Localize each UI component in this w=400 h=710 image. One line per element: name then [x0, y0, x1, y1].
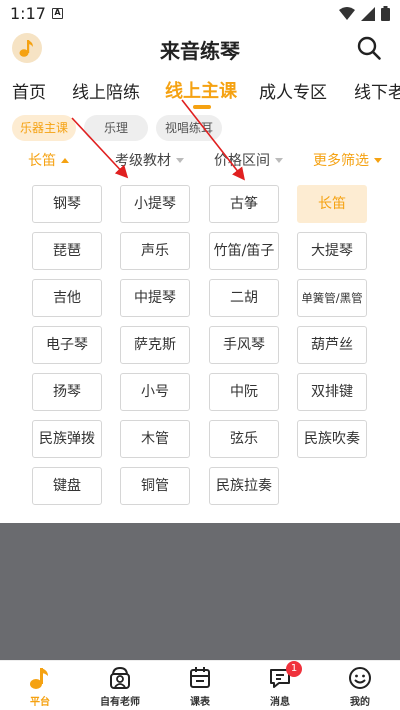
tab-adult-zone[interactable]: 成人专区 [259, 78, 327, 103]
nav-messages[interactable]: 1 消息 [240, 661, 320, 708]
instrument-option[interactable]: 铜管 [120, 467, 190, 505]
tab-offline[interactable]: 线下老 [354, 78, 400, 103]
filter-instrument[interactable]: 长笛 [28, 150, 69, 170]
subtab-instrument-main[interactable]: 乐器主课 [12, 115, 76, 141]
instrument-option[interactable]: 萨克斯 [120, 326, 190, 364]
caret-down-icon [275, 157, 283, 163]
music-note-icon [30, 668, 48, 689]
instrument-option[interactable]: 木管 [120, 420, 190, 458]
nav-platform[interactable]: 平台 [0, 665, 80, 708]
filter-price-range-label: 价格区间 [214, 153, 270, 169]
filter-instrument-label: 长笛 [28, 153, 56, 169]
instrument-option[interactable]: 小提琴 [120, 185, 190, 223]
signal-icon [361, 6, 375, 21]
wifi-icon [339, 6, 355, 20]
instrument-option[interactable]: 竹笛/笛子 [209, 232, 279, 270]
battery-icon [381, 6, 390, 21]
nav-schedule[interactable]: 课表 [160, 665, 240, 708]
main-tabs: 首页 线上陪练 线上主课 成人专区 线下老 [0, 72, 400, 112]
instrument-option[interactable]: 双排键 [297, 373, 367, 411]
filter-more[interactable]: 更多筛选 [313, 150, 382, 170]
nav-platform-label: 平台 [30, 697, 50, 708]
bottom-nav: 平台 自有老师 课表 1 消息 我的 [0, 660, 400, 710]
instrument-option[interactable]: 古筝 [209, 185, 279, 223]
instrument-option[interactable]: 二胡 [209, 279, 279, 317]
instrument-option[interactable]: 葫芦丝 [297, 326, 367, 364]
nav-own-teacher-label: 自有老师 [100, 697, 140, 708]
subtab-sight-singing[interactable]: 视唱练耳 [156, 115, 222, 141]
calendar-icon [190, 667, 210, 688]
instrument-option[interactable]: 大提琴 [297, 232, 367, 270]
nav-schedule-label: 课表 [190, 697, 210, 708]
screen: 1:17 A 来音练琴 首页 线上陪练 线上主课 成人专区 线下老 乐器主课 乐… [0, 0, 400, 710]
instrument-option-selected[interactable]: 长笛 [297, 185, 367, 223]
caret-down-icon [374, 157, 382, 163]
nav-mine[interactable]: 我的 [320, 665, 400, 708]
instrument-option[interactable]: 中提琴 [120, 279, 190, 317]
instrument-option[interactable]: 声乐 [120, 232, 190, 270]
nav-messages-label: 消息 [270, 697, 290, 708]
tab-online-accompany[interactable]: 线上陪练 [72, 78, 140, 103]
message-count-badge: 1 [286, 661, 302, 677]
instrument-option[interactable]: 弦乐 [209, 420, 279, 458]
subtab-music-theory[interactable]: 乐理 [84, 115, 148, 141]
filter-exam-material[interactable]: 考级教材 [115, 150, 184, 170]
instrument-option[interactable]: 吉他 [32, 279, 102, 317]
instrument-option[interactable]: 钢琴 [32, 185, 102, 223]
instrument-option[interactable]: 民族弹拨 [32, 420, 102, 458]
page-title: 来音练琴 [160, 39, 240, 63]
app-header: 来音练琴 [0, 28, 400, 70]
filter-more-label: 更多筛选 [313, 153, 369, 169]
instrument-option[interactable]: 单簧管/黑管 [297, 279, 367, 317]
instrument-option[interactable]: 小号 [120, 373, 190, 411]
instrument-option[interactable]: 手风琴 [209, 326, 279, 364]
instrument-option[interactable]: 琵琶 [32, 232, 102, 270]
instrument-option[interactable]: 键盘 [32, 467, 102, 505]
nav-own-teacher[interactable]: 自有老师 [80, 665, 160, 708]
instrument-option[interactable]: 民族拉奏 [209, 467, 279, 505]
tab-home[interactable]: 首页 [12, 78, 46, 103]
caret-down-icon [176, 157, 184, 163]
caret-up-icon [61, 157, 69, 163]
smiley-icon [349, 667, 371, 689]
status-icons [339, 6, 390, 21]
notification-a-icon: A [52, 8, 63, 19]
filter-price-range[interactable]: 价格区间 [214, 150, 283, 170]
instrument-option[interactable]: 电子琴 [32, 326, 102, 364]
status-time: 1:17 [10, 4, 46, 23]
teacher-icon [110, 666, 130, 689]
filter-bar: 长笛 考级教材 价格区间 更多筛选 [0, 148, 400, 172]
instrument-option[interactable]: 扬琴 [32, 373, 102, 411]
instrument-option[interactable]: 民族吹奏 [297, 420, 367, 458]
instrument-option[interactable]: 中阮 [209, 373, 279, 411]
filter-exam-material-label: 考级教材 [115, 153, 171, 169]
tab-online-main-course[interactable]: 线上主课 [165, 77, 237, 103]
search-icon[interactable] [356, 35, 382, 61]
active-tab-indicator [193, 105, 211, 109]
status-bar: 1:17 A [0, 0, 400, 28]
nav-mine-label: 我的 [350, 697, 370, 708]
dim-overlay[interactable] [0, 523, 400, 660]
